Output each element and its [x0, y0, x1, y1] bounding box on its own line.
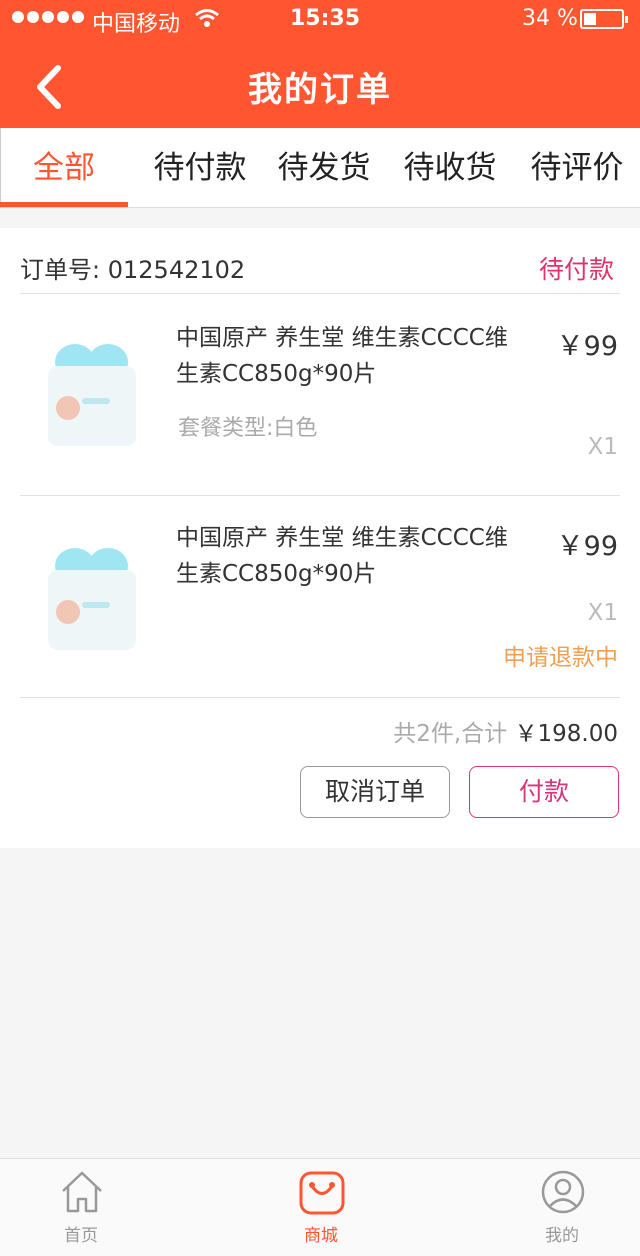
- summary-count: 共2件,合计: [393, 721, 508, 747]
- tab-pending-payment[interactable]: 待付款: [138, 128, 262, 208]
- summary-total: ￥198.00: [514, 721, 618, 747]
- status-bar: 中国移动 15:35 34 %: [0, 0, 640, 40]
- product-image: [48, 548, 136, 650]
- active-tab-border: [0, 128, 128, 208]
- order-number-value: 012542102: [107, 256, 246, 284]
- nav-mine[interactable]: 我的: [502, 1159, 622, 1256]
- product-price: ￥99: [556, 331, 618, 362]
- divider: [20, 293, 620, 294]
- app-header: 中国移动 15:35 34 % 我的订单: [0, 0, 640, 128]
- divider: [20, 495, 620, 496]
- page-title: 我的订单: [248, 70, 392, 110]
- pay-button[interactable]: 付款: [469, 766, 619, 818]
- shop-icon: [299, 1171, 345, 1215]
- home-icon: [62, 1171, 102, 1213]
- status-time: 15:35: [290, 6, 361, 31]
- battery-icon: [580, 9, 628, 29]
- order-card: 订单号: 012542102 待付款 中国原产 养生堂 维生素CCCC维生素CC…: [0, 228, 640, 848]
- divider: [20, 697, 620, 698]
- order-number-label: 订单号:: [20, 256, 101, 284]
- order-number: 订单号: 012542102: [20, 250, 245, 285]
- active-tab-indicator: [0, 202, 128, 207]
- nav-home-label: 首页: [64, 1226, 98, 1246]
- product-price: ￥99: [556, 531, 618, 562]
- product-name: 中国原产 养生堂 维生素CCCC维生素CC850g*90片: [176, 325, 508, 387]
- tab-pending-shipment[interactable]: 待发货: [262, 128, 386, 208]
- wifi-icon: [195, 9, 219, 27]
- nav-home[interactable]: 首页: [21, 1159, 141, 1256]
- nav-shop-label: 商城: [304, 1226, 338, 1246]
- battery-percent: 34 %: [522, 6, 578, 31]
- product-quantity: X1: [587, 600, 618, 626]
- product-name: 中国原产 养生堂 维生素CCCC维生素CC850g*90片: [176, 525, 508, 587]
- tab-pending-receipt[interactable]: 待收货: [388, 128, 512, 208]
- order-summary: 共2件,合计 ￥198.00: [393, 714, 618, 748]
- nav-mine-label: 我的: [545, 1226, 579, 1246]
- tab-pending-review[interactable]: 待评价: [515, 128, 639, 208]
- signal-icon: [12, 11, 84, 23]
- refund-status: 申请退款中: [503, 645, 618, 671]
- cancel-order-button[interactable]: 取消订单: [300, 766, 450, 818]
- carrier-name: 中国移动: [92, 12, 181, 37]
- user-icon: [541, 1170, 585, 1214]
- product-image: [48, 344, 136, 446]
- product-spec: 套餐类型:白色: [178, 416, 318, 441]
- nav-shop[interactable]: 商城: [261, 1159, 381, 1256]
- product-quantity: X1: [587, 434, 618, 460]
- order-status: 待付款: [538, 255, 614, 284]
- bottom-nav: 首页 商城 我的: [0, 1158, 640, 1256]
